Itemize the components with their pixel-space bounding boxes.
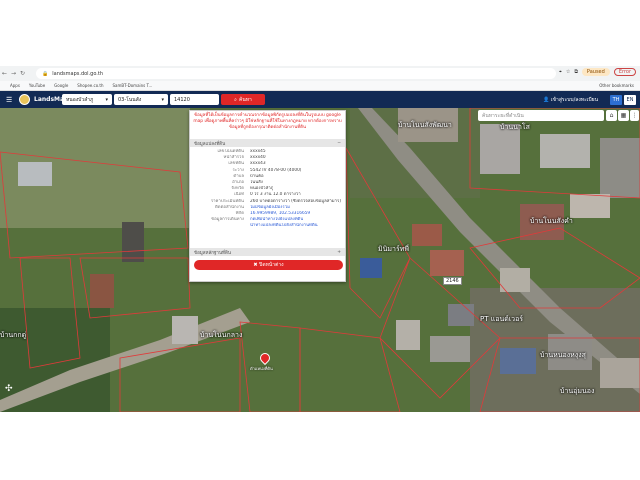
satellite-map[interactable]: บ้านโนนสังพัฒนา มินิมาร์ทพี่ PT แอนด์เวอ…: [0, 108, 640, 412]
map-label: บ้านหนองหงุงสุ: [540, 351, 586, 359]
map-label: มินิมาร์ทพี่: [378, 245, 409, 253]
lang-th-button[interactable]: TH: [610, 95, 622, 105]
map-label: บ้านกกดู่: [0, 331, 27, 339]
back-icon[interactable]: ←: [0, 70, 9, 77]
parcel-info-popup: ข้อมูลที่ได้เป็นข้อมูลการคำนวณจากข้อมูลพ…: [189, 110, 346, 282]
map-label: PT แอนด์เวอร์: [480, 315, 524, 323]
map-label: บ้านอุ่มนอง: [560, 387, 595, 395]
bookmark-shopee[interactable]: Shopee.co.th: [77, 83, 103, 88]
parcel-section-title: ข้อมูลแปลงที่ดิน: [194, 141, 226, 147]
map-label: บ้านโนนสังพัฒนา: [398, 121, 452, 129]
app-header: ☰ LandsMaps หนองบัวลำภู ▾ 03-โนนสัง ▾ 14…: [0, 91, 640, 108]
disclaimer-text: ข้อมูลที่ได้เป็นข้อมูลการคำนวณจากข้อมูลพ…: [193, 113, 342, 130]
bookmark-sambt[interactable]: SamBT-Domains T...: [113, 83, 153, 88]
user-icon: 👤: [543, 97, 550, 103]
close-button-label: ปิดหน้าต่าง: [259, 262, 284, 268]
other-bookmarks[interactable]: Other bookmarks: [599, 83, 634, 88]
error-button[interactable]: Error: [613, 68, 636, 76]
bookmarks-bar: Apps YouTube Google Shopee.co.th SamBT-D…: [0, 81, 640, 91]
search-icon: ⌕: [234, 96, 237, 103]
browser-actions: ⌖ ☆ ⧉ Paused Error: [559, 68, 636, 76]
map-search-input[interactable]: ค้นหาระยะที่ดำเนิน: [478, 110, 604, 121]
layers-icon[interactable]: ▦: [618, 110, 629, 121]
url-field[interactable]: 🔒 landsmaps.dol.go.th: [36, 68, 556, 79]
collapse-icon[interactable]: −: [337, 141, 341, 146]
expand-icon[interactable]: +: [337, 250, 341, 255]
more-icon[interactable]: ⋮: [630, 110, 639, 121]
menu-icon[interactable]: ☰: [6, 96, 16, 104]
star-icon[interactable]: ☆: [566, 69, 570, 75]
parcel-value: 14120: [174, 96, 190, 103]
province-value: หนองบัวลำภู: [66, 96, 94, 103]
evidence-section-title: ข้อมูลหลักฐานที่ดิน: [194, 250, 232, 256]
map-label: บ้านนาโส: [500, 123, 530, 131]
road-number-badge: 2146: [443, 277, 462, 285]
url-text: landsmaps.dol.go.th: [52, 70, 104, 77]
chevron-down-icon: ▾: [161, 96, 164, 103]
address-bar: ← → ↻ 🔒 landsmaps.dol.go.th ⌖ ☆ ⧉ Paused…: [0, 66, 640, 81]
parcel-input[interactable]: 14120: [170, 94, 219, 105]
search-button[interactable]: ⌕ ค้นหา: [221, 94, 265, 105]
extension-icon[interactable]: ⧉: [574, 69, 578, 75]
login-label: เข้าสู่ระบบ/ลงทะเบียน: [550, 97, 598, 103]
lang-en-button[interactable]: EN: [624, 95, 636, 105]
home-icon[interactable]: ⌂: [606, 110, 617, 121]
profile-button[interactable]: Paused: [581, 68, 610, 76]
map-label: บ้านโนนสังคำ: [530, 217, 573, 225]
login-link[interactable]: 👤 เข้าสู่ระบบ/ลงทะเบียน: [543, 96, 598, 104]
detail-row: นำทางแปลงที่ดินไปยังสำนักงานที่ดิน: [194, 223, 341, 229]
close-popup-button[interactable]: ✖ ปิดหน้าต่าง: [194, 260, 343, 270]
search-button-label: ค้นหา: [238, 96, 252, 103]
detail-link[interactable]: นำทางแปลงที่ดินไปยังสำนักงานที่ดิน: [250, 223, 318, 229]
forward-icon[interactable]: →: [9, 70, 18, 77]
lock-icon: 🔒: [42, 70, 49, 77]
compass-icon[interactable]: ✣: [5, 384, 17, 396]
evidence-section-header[interactable]: ข้อมูลหลักฐานที่ดิน +: [190, 248, 345, 256]
chevron-down-icon: ▾: [105, 96, 108, 103]
reload-icon[interactable]: ↻: [18, 70, 27, 77]
browser-screen: ← → ↻ 🔒 landsmaps.dol.go.th ⌖ ☆ ⧉ Paused…: [0, 66, 640, 412]
district-value: 03-โนนสัง: [118, 96, 142, 103]
bookmark-youtube[interactable]: YouTube: [29, 83, 45, 88]
dol-logo: [19, 94, 30, 105]
map-label: บ้านโนนกลาง: [200, 331, 243, 339]
detail-key: [194, 223, 250, 229]
district-select[interactable]: 03-โนนสัง ▾: [114, 94, 168, 105]
bookmark-apps[interactable]: Apps: [10, 83, 20, 88]
parcel-section-header[interactable]: ข้อมูลแปลงที่ดิน −: [190, 139, 345, 147]
location-icon[interactable]: ⌖: [559, 69, 562, 75]
bookmark-google[interactable]: Google: [54, 83, 68, 88]
province-select[interactable]: หนองบัวลำภู ▾: [62, 94, 112, 105]
parcel-details: เลขโฉนดที่ดิน xxxx45 หน้าสำรวจ xxxx40 เลขที่…: [190, 147, 345, 232]
pin-label: ตำแหน่งที่ดิน: [250, 366, 273, 371]
